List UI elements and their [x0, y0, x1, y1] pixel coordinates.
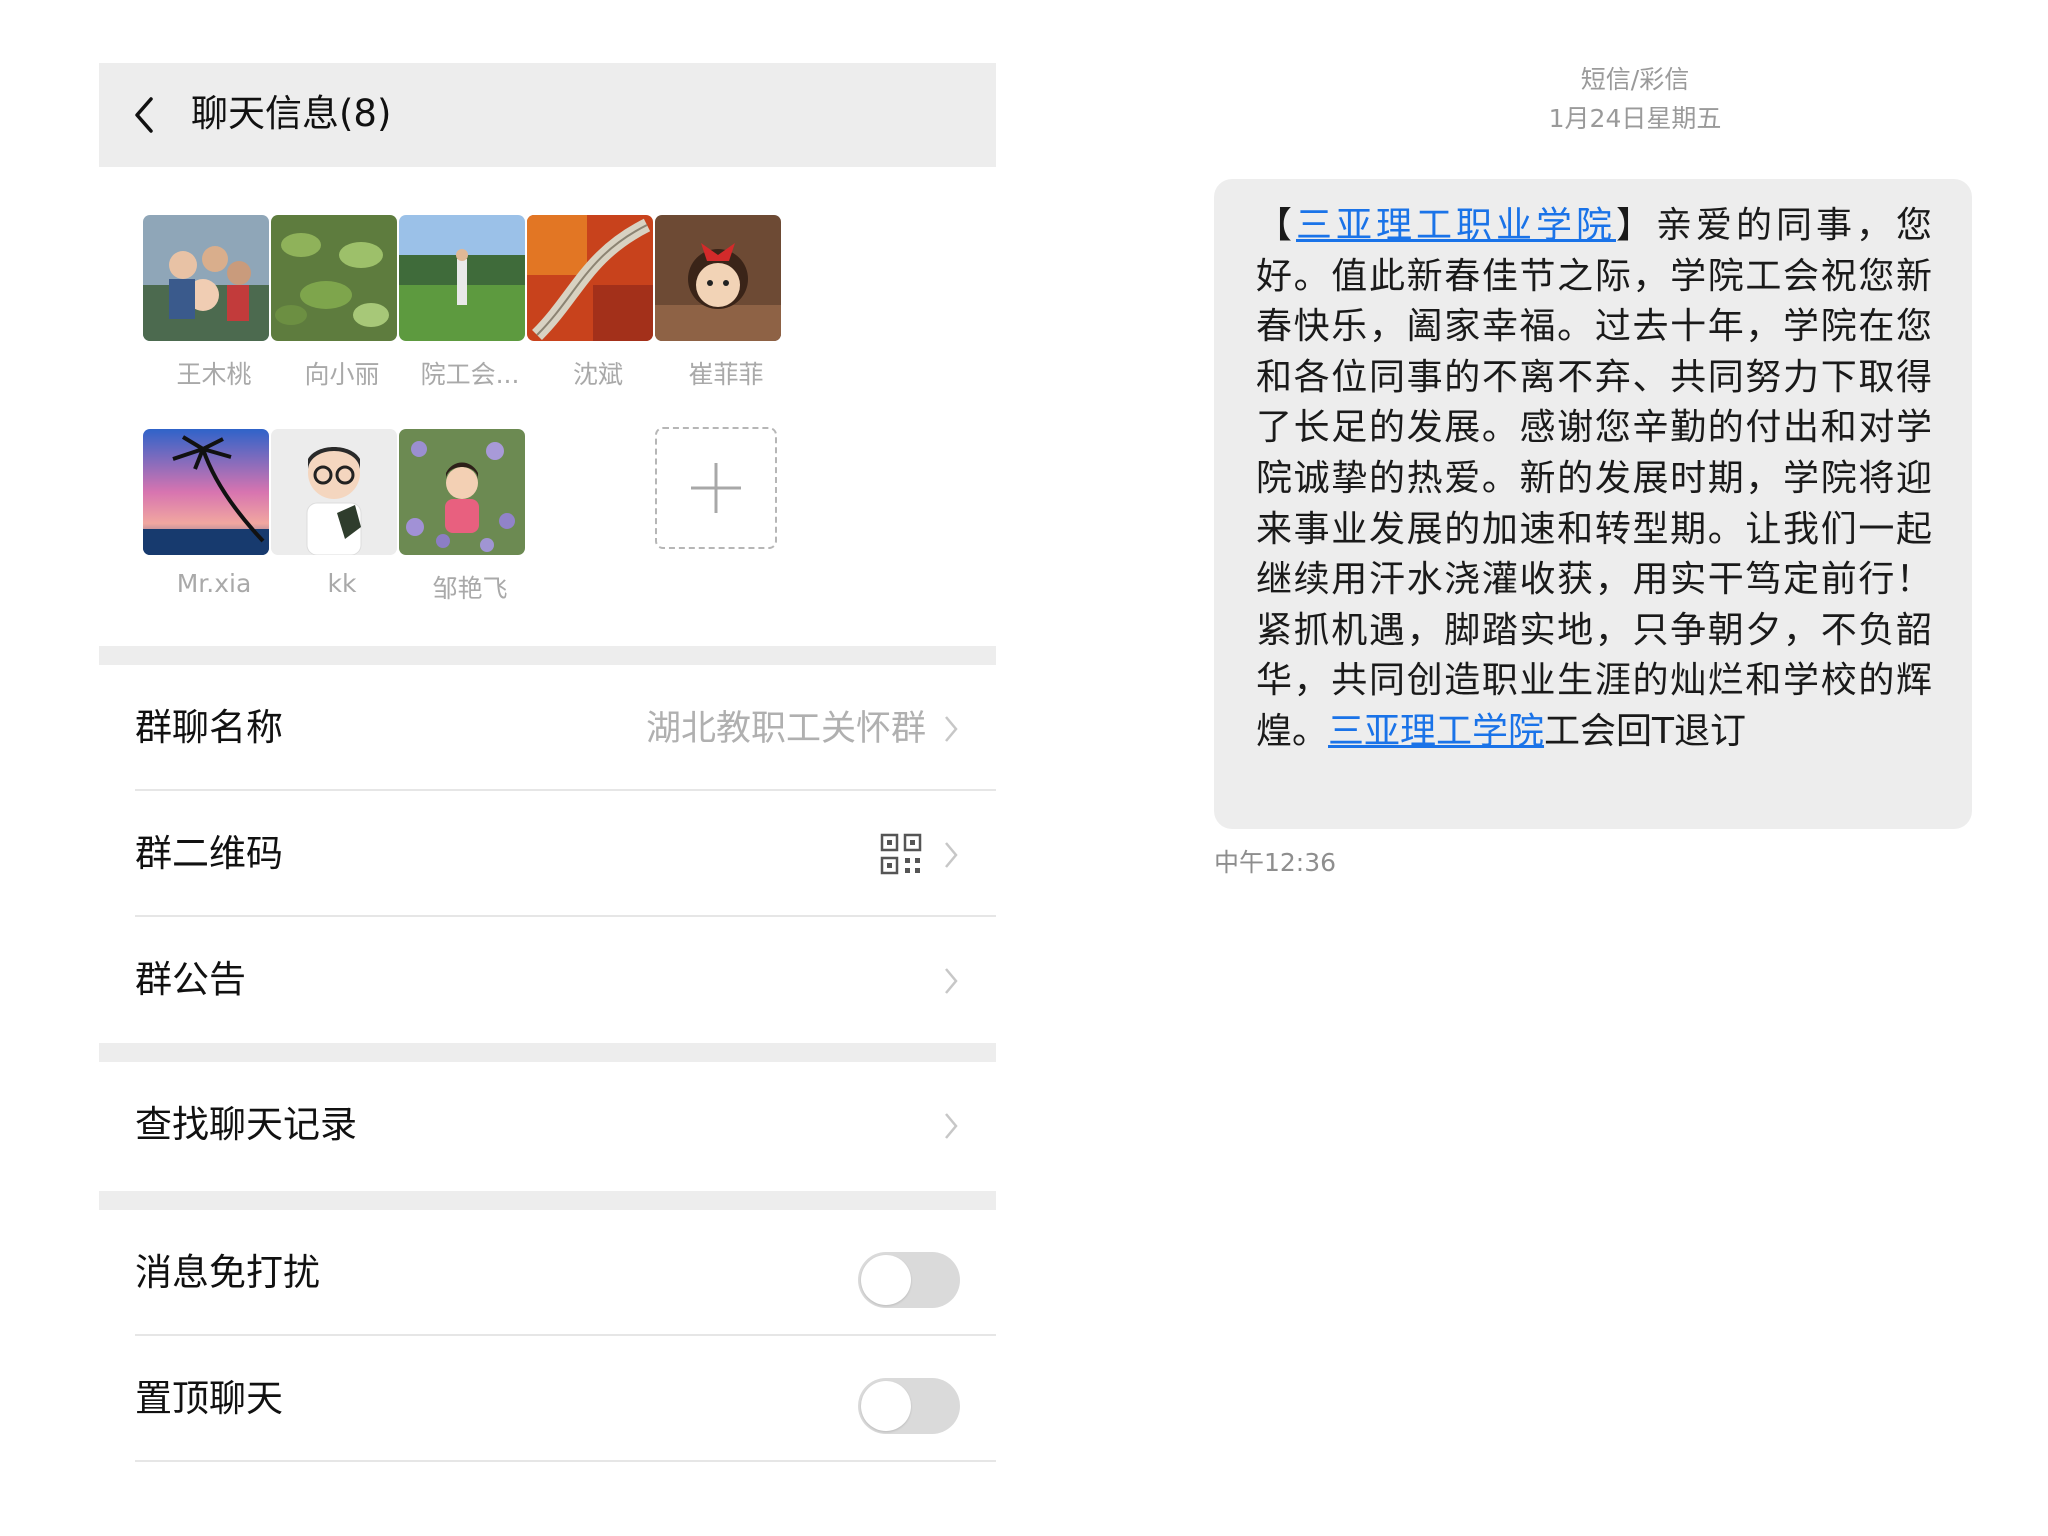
chevron-right-icon: [945, 716, 958, 742]
avatar: [655, 215, 781, 341]
bracket-open: 【: [1256, 205, 1296, 246]
message-time: 中午12:36: [1214, 848, 1337, 877]
section-divider: [99, 1191, 996, 1210]
qr-code-icon: [880, 833, 922, 875]
avatar: [143, 429, 269, 555]
college-link[interactable]: 三亚理工学院: [1328, 711, 1544, 752]
member-name: 崔菲菲: [688, 360, 764, 389]
chevron-right-icon: [945, 968, 958, 994]
member-mrxia[interactable]: Mr.xia: [129, 429, 269, 609]
section-divider: [99, 646, 996, 665]
member-name: 邹艳飞: [432, 574, 508, 603]
member-kk[interactable]: kk: [257, 429, 397, 609]
message-bubble[interactable]: 【三亚理工职业学院】亲爱的同事，您好。值此新春佳节之际，学院工会祝您新春快乐，阖…: [1214, 179, 1972, 829]
sms-panel: 短信/彩信 1月24日星期五 【三亚理工职业学院】亲爱的同事，您好。值此新春佳节…: [1200, 55, 2000, 955]
message-type-label: 短信/彩信: [1580, 65, 1690, 94]
member-cui[interactable]: 崔菲菲: [641, 215, 781, 395]
row-group-name[interactable]: 群聊名称 湖北教职工关怀群: [99, 665, 996, 791]
row-group-notice[interactable]: 群公告: [99, 917, 996, 1043]
member-yuangonghui[interactable]: 院工会...: [385, 215, 525, 395]
avatar: [399, 215, 525, 341]
back-arrow-icon[interactable]: [129, 93, 159, 137]
avatar: [271, 429, 397, 555]
avatar: [143, 215, 269, 341]
row-divider: [135, 1460, 996, 1462]
group-name-value: 湖北教职工关怀群: [645, 709, 926, 749]
row-label: 群公告: [135, 958, 246, 1001]
row-mute-notifications: 消息免打扰: [99, 1210, 996, 1336]
toggle-knob: [861, 1255, 911, 1305]
chevron-right-icon: [945, 1113, 958, 1139]
member-shen[interactable]: 沈斌: [513, 215, 653, 395]
chevron-right-icon: [945, 842, 958, 868]
plus-icon: [691, 463, 741, 513]
message-body: 】亲爱的同事，您好。值此新春佳节之际，学院工会祝您新春快乐，阖家幸福。过去十年，…: [1256, 205, 1932, 752]
mute-toggle[interactable]: [858, 1252, 960, 1308]
avatar: [527, 215, 653, 341]
add-member-button[interactable]: [655, 427, 777, 549]
message-date: 1月24日星期五: [1548, 104, 1722, 133]
chat-info-panel: 聊天信息(8) 王木桃 向小丽 院工会... 沈斌 崔菲菲 Mr.xia kk …: [99, 63, 996, 1493]
row-label: 消息免打扰: [135, 1251, 320, 1294]
member-zou[interactable]: 邹艳飞: [385, 429, 525, 609]
row-label: 群聊名称: [135, 706, 283, 749]
chat-info-header: 聊天信息(8): [99, 63, 996, 167]
unsubscribe-text: 工会回T退订: [1544, 710, 1747, 752]
row-label: 置顶聊天: [135, 1377, 283, 1420]
member-wang[interactable]: 王木桃: [129, 215, 269, 395]
member-xiang[interactable]: 向小丽: [257, 215, 397, 395]
avatar: [271, 215, 397, 341]
section-divider: [99, 1043, 996, 1062]
row-search-history[interactable]: 查找聊天记录: [99, 1062, 996, 1194]
pin-toggle[interactable]: [858, 1378, 960, 1434]
row-label: 查找聊天记录: [135, 1103, 357, 1146]
page-title: 聊天信息(8): [191, 92, 392, 135]
row-label: 群二维码: [135, 832, 283, 875]
avatar: [399, 429, 525, 555]
toggle-knob: [861, 1381, 911, 1431]
row-pin-chat: 置顶聊天: [99, 1336, 996, 1462]
row-qr-code[interactable]: 群二维码: [99, 791, 996, 917]
school-link[interactable]: 三亚理工职业学院: [1296, 205, 1616, 246]
